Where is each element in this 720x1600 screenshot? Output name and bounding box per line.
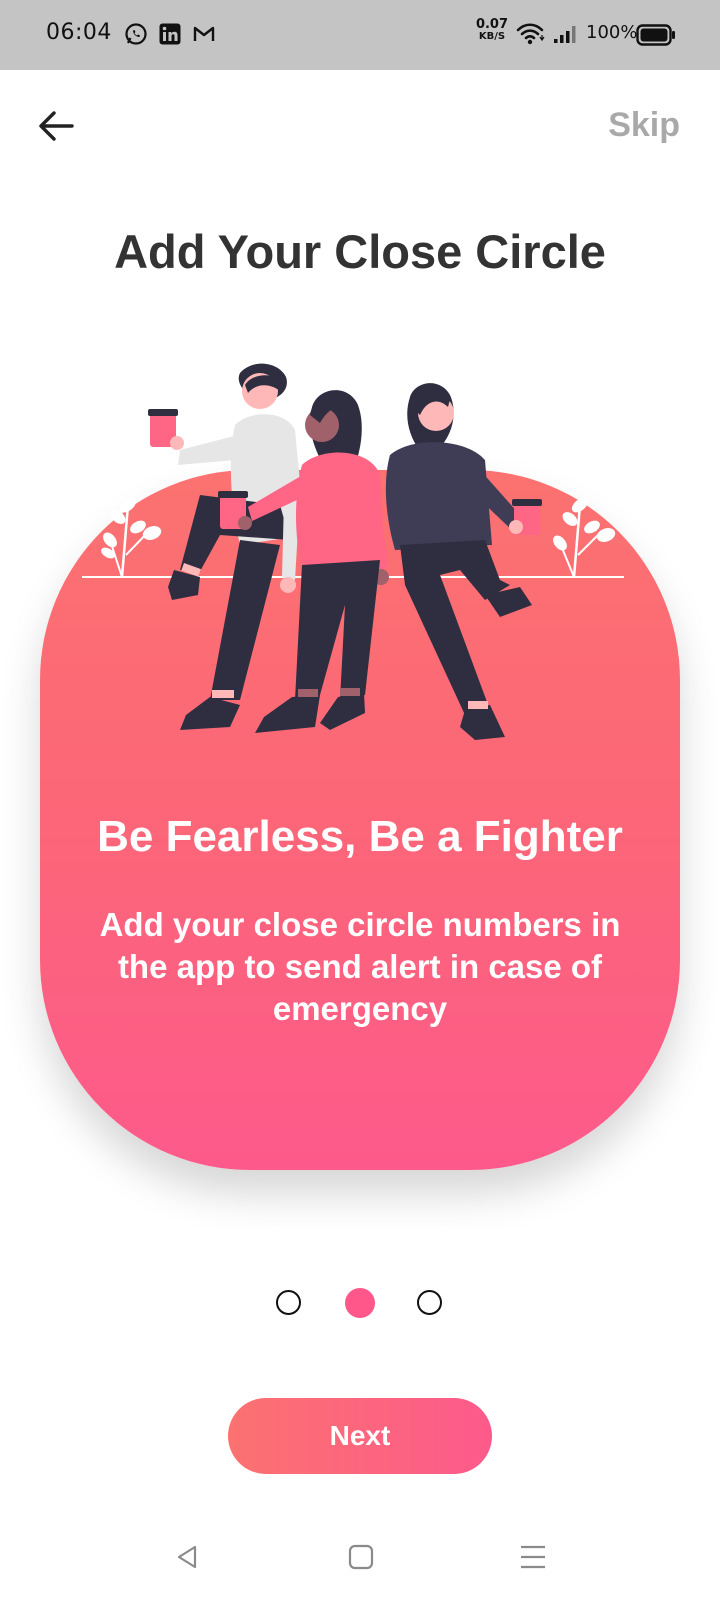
battery-icon	[636, 24, 675, 46]
page-title: Add Your Close Circle	[114, 225, 606, 278]
friends-illustration	[82, 363, 624, 740]
man-figure	[148, 363, 305, 730]
whatsapp-icon	[125, 23, 147, 45]
wifi-icon	[516, 23, 545, 45]
woman-dark-figure	[385, 383, 542, 740]
page-dot-3[interactable]	[417, 1290, 442, 1315]
skip-button[interactable]: Skip	[608, 106, 680, 145]
next-button[interactable]: Next	[228, 1398, 492, 1474]
page-dot-2-active[interactable]	[345, 1288, 375, 1318]
onboarding-screen: 06:04 0.07 KB/S 100% Skip Add Your Close…	[0, 0, 720, 1600]
page-dot-1[interactable]	[276, 1290, 301, 1315]
plant-left	[101, 497, 162, 578]
network-speed: 0.07 KB/S	[474, 18, 510, 42]
card-description: Add your close circle numbers in the app…	[99, 906, 621, 1027]
signal-icon	[554, 26, 576, 43]
menu-lines-icon[interactable]	[518, 1542, 548, 1572]
back-triangle-icon[interactable]	[172, 1542, 202, 1572]
system-nav-bar	[0, 1524, 720, 1584]
gmail-icon	[193, 26, 215, 41]
plant-right	[553, 497, 616, 578]
home-square-icon[interactable]	[346, 1542, 376, 1572]
network-speed-unit: KB/S	[478, 31, 506, 42]
card-headline: Be Fearless, Be a Fighter	[97, 812, 623, 861]
network-speed-value: 0.07	[475, 17, 509, 32]
pagination-dots	[0, 1288, 720, 1324]
linkedin-icon	[159, 23, 181, 45]
battery-percent: 100%	[586, 22, 638, 43]
back-arrow-icon[interactable]	[34, 104, 78, 148]
status-bar: 06:04 0.07 KB/S 100%	[0, 0, 720, 70]
status-time: 06:04	[46, 20, 112, 45]
